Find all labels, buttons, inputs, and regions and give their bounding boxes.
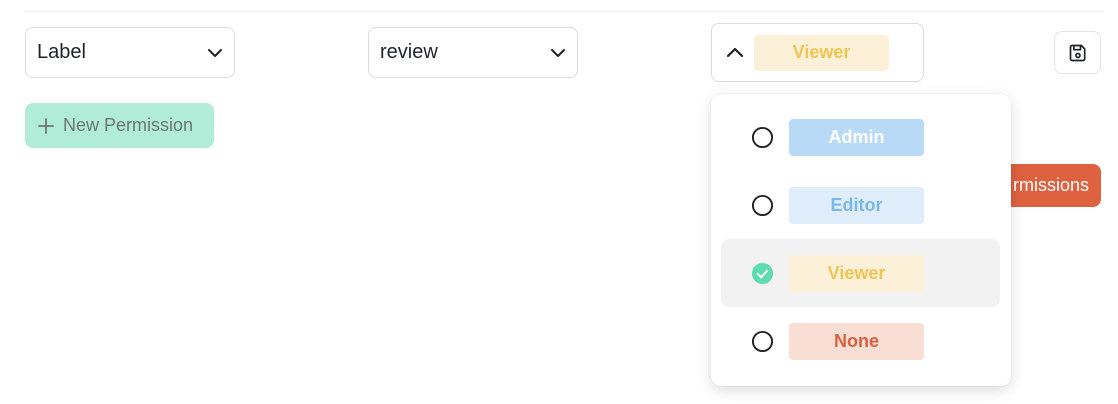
field-select-value: Label (37, 41, 86, 63)
permissions-button-label: rmissions (1012, 175, 1089, 195)
role-select[interactable]: Viewer (711, 23, 924, 82)
role-option-admin[interactable]: Admin (721, 103, 1000, 171)
radio-unchecked-icon (751, 330, 774, 352)
radio-unchecked-icon (751, 194, 774, 216)
new-permission-label: New Permission (63, 115, 194, 135)
plus-icon (38, 117, 54, 134)
role-option-editor[interactable]: Editor (721, 171, 1000, 239)
save-icon (1069, 44, 1085, 61)
role-badge-admin: Admin (789, 118, 924, 156)
role-dropdown-menu: Admin Editor Viewer None (711, 94, 1011, 386)
save-button[interactable] (1054, 31, 1101, 74)
chevron-down-icon (551, 48, 565, 57)
new-permission-button[interactable]: New Permission (25, 103, 214, 148)
chevron-up-icon (726, 47, 744, 57)
divider (25, 11, 1102, 12)
permissions-editor: Label review Viewer New Permission rmiss… (0, 0, 1118, 404)
role-option-none[interactable]: None (721, 307, 1000, 375)
check-circle-icon (751, 262, 774, 284)
role-badge-none: None (789, 322, 924, 360)
field-select[interactable]: Label (25, 27, 235, 78)
role-option-viewer[interactable]: Viewer (721, 239, 1000, 307)
action-select-value: review (380, 41, 438, 63)
radio-unchecked-icon (751, 126, 774, 148)
role-badge-viewer: Viewer (789, 254, 924, 292)
action-select[interactable]: review (368, 27, 578, 78)
chevron-down-icon (208, 48, 222, 57)
role-badge-editor: Editor (789, 186, 924, 224)
role-select-value: Viewer (754, 34, 889, 71)
